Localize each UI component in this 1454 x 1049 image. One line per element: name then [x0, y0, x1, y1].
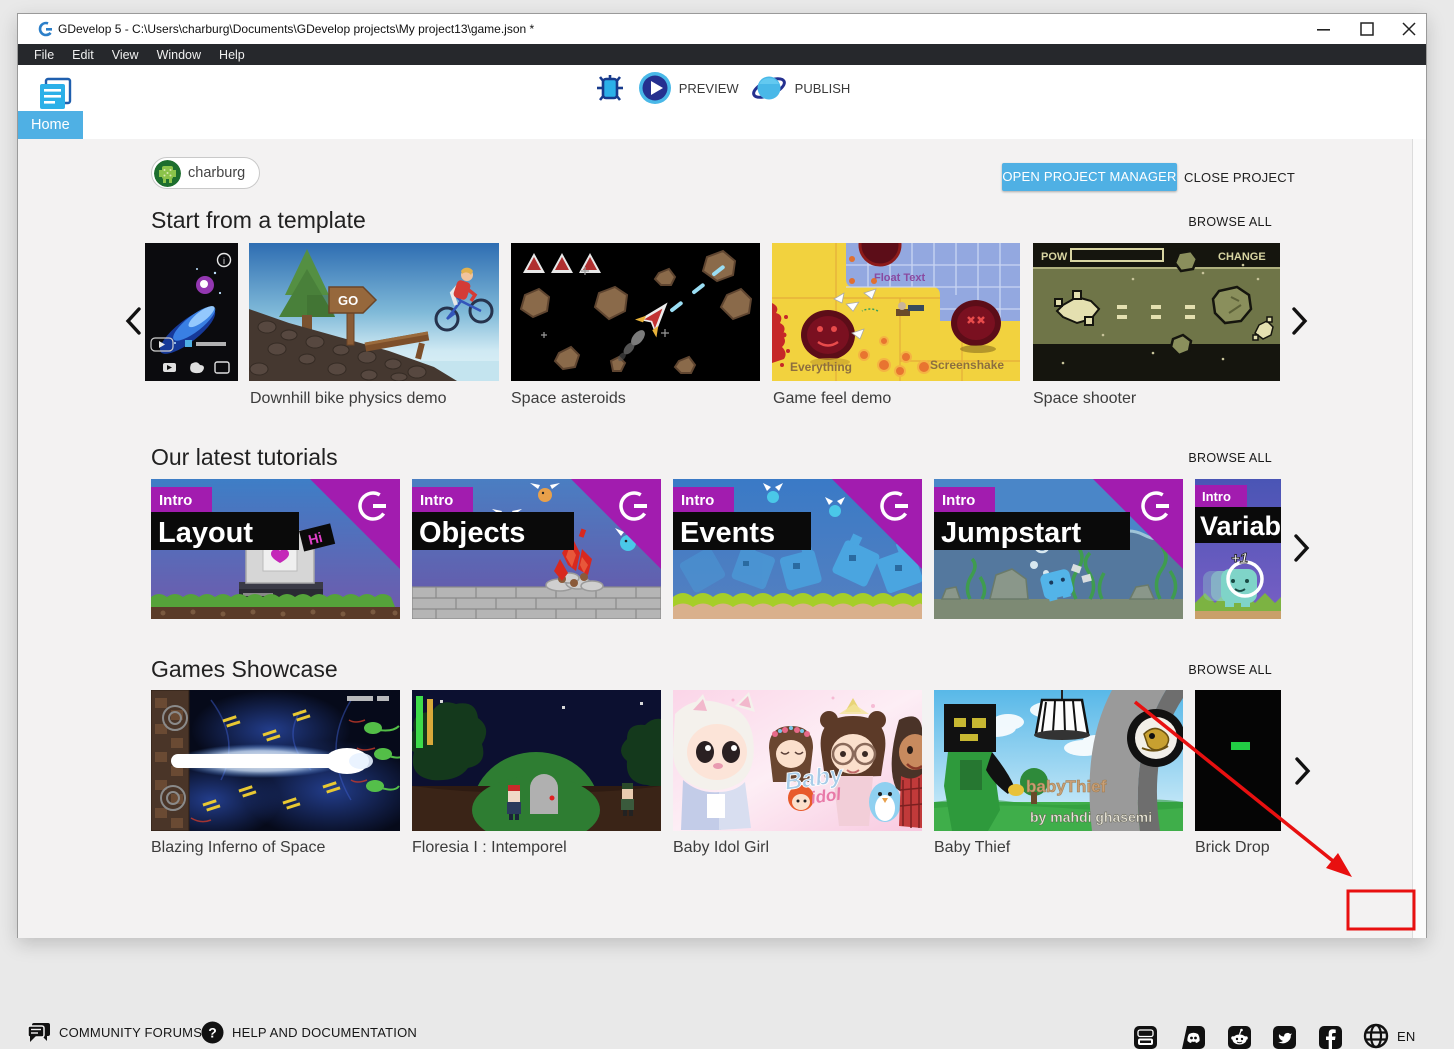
publish-label: PUBLISH — [795, 81, 851, 96]
publish-planet-icon — [751, 71, 788, 105]
svg-text:CHANGE: CHANGE — [1218, 251, 1266, 263]
tutorial-thumb-variables[interactable]: +1 Intro Variables — [1195, 479, 1281, 619]
menu-help[interactable]: Help — [210, 48, 254, 62]
home-page: charburg OPEN PROJECT MANAGER CLOSE PROJ… — [18, 139, 1426, 938]
maximize-button[interactable] — [1350, 14, 1384, 44]
reddit-icon[interactable] — [1228, 1026, 1251, 1049]
menu-edit[interactable]: Edit — [63, 48, 103, 62]
app-window: GDevelop 5 - C:\Users\charburg\Documents… — [17, 13, 1427, 938]
preview-button[interactable]: PREVIEW — [638, 71, 739, 105]
template-caption: Space asteroids — [511, 390, 626, 408]
showcase-thumb-floresia[interactable] — [412, 690, 661, 831]
help-documentation-link[interactable]: ? HELP AND DOCUMENTATION — [201, 1021, 417, 1044]
username: charburg — [188, 165, 245, 181]
browse-all-templates[interactable]: BROWSE ALL — [1172, 215, 1272, 229]
showcase-thumb-baby-idol-girl[interactable]: Baby idol — [673, 690, 922, 831]
template-thumb-downhill-bike[interactable]: GO — [249, 243, 499, 381]
tab-home[interactable]: Home — [18, 111, 83, 139]
carousel-left-icon[interactable] — [124, 307, 142, 335]
globe-icon — [1363, 1023, 1389, 1049]
tab-bar: Home — [18, 111, 1426, 139]
svg-text:Intro: Intro — [681, 492, 714, 509]
svg-text:Variables: Variables — [1200, 511, 1281, 541]
svg-text:GO: GO — [338, 293, 358, 308]
template-caption: Downhill bike physics demo — [250, 390, 447, 408]
showcase-caption: Baby Idol Girl — [673, 839, 769, 857]
svg-text:Float Text: Float Text — [874, 272, 925, 284]
carousel-right-icon[interactable] — [1293, 534, 1311, 562]
discord-icon[interactable] — [1182, 1026, 1205, 1049]
carousel-right-icon[interactable] — [1294, 757, 1312, 785]
facebook-icon[interactable] — [1319, 1026, 1342, 1049]
showcase-caption: Baby Thief — [934, 839, 1010, 857]
minimize-button[interactable] — [1307, 14, 1341, 44]
menu-bar: File Edit View Window Help — [18, 44, 1426, 65]
svg-text:Screenshake: Screenshake — [930, 358, 1004, 372]
youtube-icon[interactable] — [1134, 1026, 1157, 1049]
language-selector[interactable]: EN — [1363, 1023, 1415, 1049]
svg-text:Intro: Intro — [159, 492, 192, 509]
debugger-icon[interactable] — [594, 72, 626, 104]
tutorial-thumb-layout[interactable]: Hi Intro Layout — [151, 479, 400, 619]
forum-icon — [26, 1021, 51, 1044]
showcase-caption: Brick Drop — [1195, 839, 1270, 857]
svg-text:Intro: Intro — [420, 492, 453, 509]
showcase-thumb-brick-drop[interactable] — [1195, 690, 1281, 831]
title-bar: GDevelop 5 - C:\Users\charburg\Documents… — [18, 14, 1426, 44]
showcase-caption: Blazing Inferno of Space — [151, 839, 325, 857]
window-title: GDevelop 5 - C:\Users\charburg\Documents… — [58, 22, 534, 36]
svg-text:?: ? — [208, 1025, 217, 1041]
preview-label: PREVIEW — [679, 81, 739, 96]
tutorial-thumb-objects[interactable]: Intro Objects — [412, 479, 661, 619]
template-thumb-particle-demo[interactable]: i — [145, 243, 238, 381]
svg-text:+1: +1 — [1231, 550, 1248, 567]
user-chip[interactable]: charburg — [151, 157, 260, 189]
section-title-showcase: Games Showcase — [151, 656, 338, 683]
menu-file[interactable]: File — [25, 48, 63, 62]
close-button[interactable] — [1392, 14, 1426, 44]
scrollbar[interactable] — [1412, 139, 1426, 938]
menu-view[interactable]: View — [103, 48, 148, 62]
svg-text:POW: POW — [1041, 251, 1068, 263]
showcase-thumb-baby-thief[interactable]: babyThief by mahdi ghasemi — [934, 690, 1183, 831]
showcase-thumb-blazing-inferno[interactable] — [151, 690, 400, 831]
section-title-tutorials: Our latest tutorials — [151, 444, 338, 471]
svg-text:Layout: Layout — [158, 517, 253, 549]
gdevelop-logo-icon — [38, 21, 54, 37]
help-icon: ? — [201, 1021, 224, 1044]
section-title-templates: Start from a template — [151, 207, 366, 234]
svg-text:Intro: Intro — [942, 492, 975, 509]
publish-button[interactable]: PUBLISH — [751, 71, 851, 105]
svg-text:Events: Events — [680, 517, 775, 549]
svg-text:Jumpstart: Jumpstart — [941, 517, 1082, 549]
tutorial-thumb-events[interactable]: Intro Events — [673, 479, 922, 619]
svg-text:babyThief: babyThief — [1026, 777, 1107, 796]
carousel-right-icon[interactable] — [1291, 307, 1309, 335]
menu-window[interactable]: Window — [148, 48, 210, 62]
showcase-caption: Floresia I : Intemporel — [412, 839, 567, 857]
community-forums-link[interactable]: COMMUNITY FORUMS — [26, 1021, 202, 1044]
template-thumb-game-feel-demo[interactable]: Float Text — [772, 243, 1020, 381]
twitter-icon[interactable] — [1273, 1026, 1296, 1049]
template-thumb-space-asteroids[interactable] — [511, 243, 760, 381]
language-code: EN — [1397, 1029, 1415, 1044]
svg-text:Everything: Everything — [790, 360, 852, 374]
svg-text:Intro: Intro — [1202, 489, 1231, 504]
open-project-manager-button[interactable]: OPEN PROJECT MANAGER — [1002, 163, 1177, 191]
svg-text:i: i — [223, 256, 225, 266]
preview-play-icon — [638, 71, 672, 105]
template-thumb-space-shooter[interactable]: POW CHANGE — [1033, 243, 1280, 381]
svg-text:Objects: Objects — [419, 517, 525, 549]
browse-all-showcase[interactable]: BROWSE ALL — [1172, 663, 1272, 677]
template-caption: Game feel demo — [773, 390, 891, 408]
template-caption: Space shooter — [1033, 390, 1136, 408]
avatar — [154, 160, 181, 187]
tutorial-thumb-jumpstart[interactable]: Intro Jumpstart — [934, 479, 1183, 619]
browse-all-tutorials[interactable]: BROWSE ALL — [1172, 451, 1272, 465]
svg-text:by mahdi ghasemi: by mahdi ghasemi — [1030, 809, 1152, 825]
close-project-button[interactable]: CLOSE PROJECT — [1184, 170, 1295, 185]
